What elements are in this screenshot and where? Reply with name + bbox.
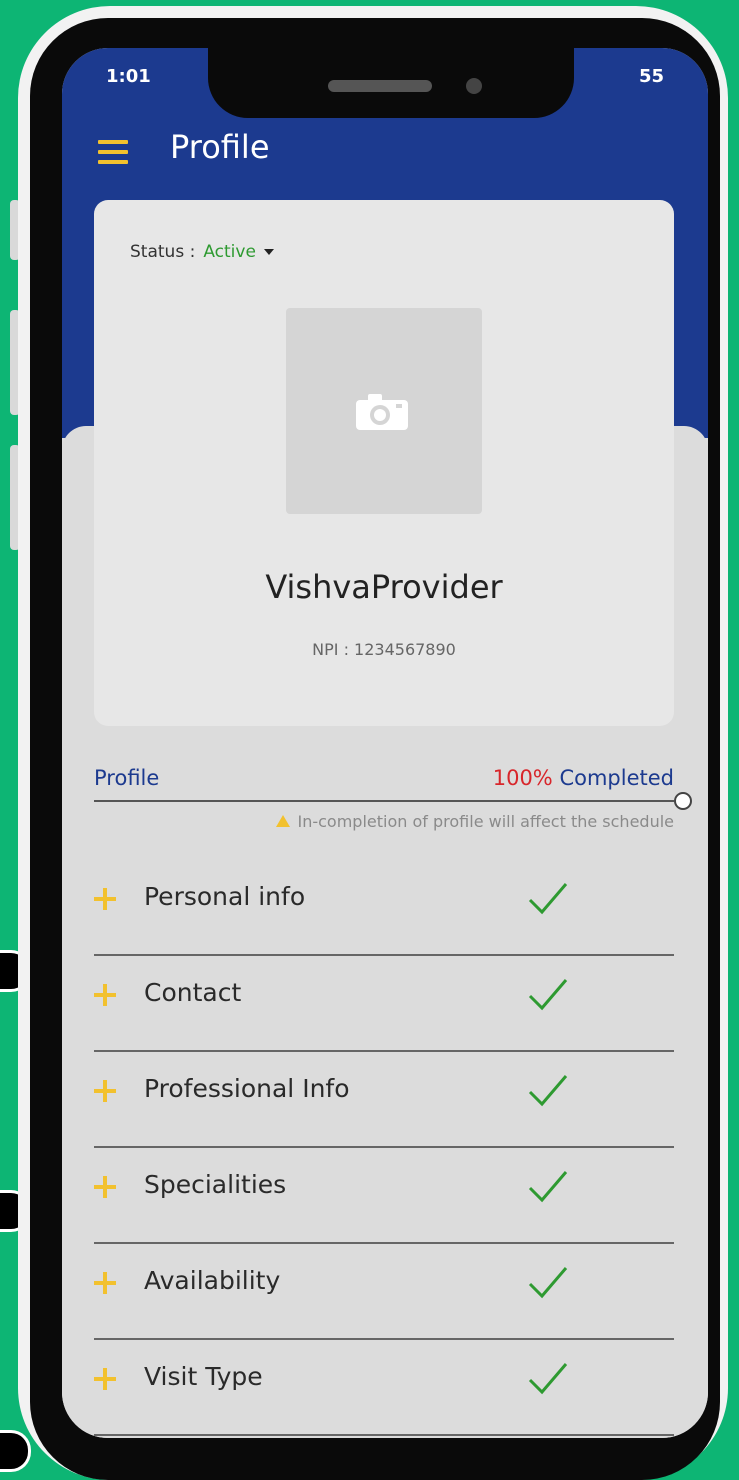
- status-value[interactable]: Active: [203, 242, 256, 262]
- status-row[interactable]: Status : Active: [130, 242, 274, 262]
- checkmark-icon: [528, 1363, 568, 1395]
- plus-icon[interactable]: [94, 1368, 116, 1390]
- section-label: Specialities: [144, 1170, 287, 1199]
- progress-track: [94, 792, 692, 810]
- progress-fill: [94, 800, 674, 802]
- speaker-grille: [328, 80, 432, 92]
- progress-knob: [674, 792, 692, 810]
- section-label: Contact: [144, 978, 242, 1007]
- section-item-availability[interactable]: Availability: [94, 1244, 674, 1340]
- section-label: Visit Type: [144, 1362, 263, 1391]
- profile-photo-placeholder[interactable]: [286, 308, 482, 514]
- checkmark-icon: [528, 979, 568, 1011]
- plus-icon[interactable]: [94, 1176, 116, 1198]
- page-title: Profile: [170, 128, 270, 166]
- section-label: Professional Info: [144, 1074, 350, 1103]
- profile-card: Status : Active VishvaProvider NPI : 1234…: [94, 200, 674, 726]
- status-label: Status :: [130, 242, 196, 262]
- status-time: 1:01: [106, 66, 151, 87]
- plus-icon[interactable]: [94, 1080, 116, 1102]
- profile-sections: Personal info Contact Professional Info …: [94, 860, 674, 1436]
- phone-bezel: 1:01 55 Profile Status : Active VishvaPr…: [30, 18, 720, 1480]
- plus-icon[interactable]: [94, 984, 116, 1006]
- provider-name: VishvaProvider: [265, 568, 503, 606]
- section-item-contact[interactable]: Contact: [94, 956, 674, 1052]
- section-item-specialities[interactable]: Specialities: [94, 1148, 674, 1244]
- warning-icon: [275, 815, 290, 827]
- plus-icon[interactable]: [94, 888, 116, 910]
- section-label: Availability: [144, 1266, 281, 1295]
- checkmark-icon: [528, 883, 568, 915]
- warning-text: In-completion of profile will affect the…: [297, 812, 675, 831]
- progress-percent: 100%: [492, 766, 553, 790]
- app-screen: 1:01 55 Profile Status : Active VishvaPr…: [62, 48, 708, 1438]
- progress-completed-text: Completed: [559, 766, 674, 790]
- profile-warning: In-completion of profile will affect the…: [94, 812, 674, 831]
- progress-label: Profile: [94, 766, 160, 790]
- npi-number: NPI : 1234567890: [312, 640, 456, 659]
- progress-status: 100% Completed: [493, 766, 674, 790]
- front-camera: [466, 78, 482, 94]
- section-label: Personal info: [144, 882, 306, 911]
- section-item-personal-info[interactable]: Personal info: [94, 860, 674, 956]
- checkmark-icon: [528, 1267, 568, 1299]
- plus-icon[interactable]: [94, 1272, 116, 1294]
- battery-level: 55: [638, 66, 664, 87]
- section-item-visit-type[interactable]: Visit Type: [94, 1340, 674, 1436]
- hamburger-menu-icon[interactable]: [98, 140, 128, 164]
- section-item-professional-info[interactable]: Professional Info: [94, 1052, 674, 1148]
- decorative-dot-3: [0, 1430, 31, 1472]
- checkmark-icon: [528, 1075, 568, 1107]
- checkmark-icon: [528, 1171, 568, 1203]
- phone-notch: [208, 48, 574, 118]
- camera-icon[interactable]: [356, 394, 408, 430]
- chevron-down-icon[interactable]: [263, 249, 274, 255]
- profile-progress: Profile 100% Completed: [94, 766, 692, 810]
